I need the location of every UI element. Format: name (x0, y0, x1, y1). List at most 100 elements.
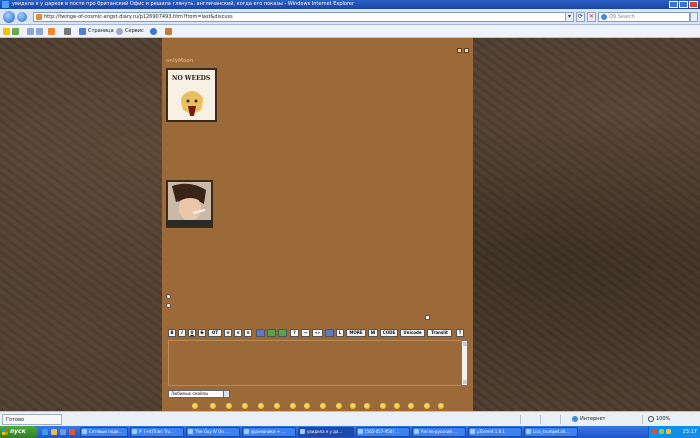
task-button[interactable]: Lisa_trumpet.all... (524, 427, 578, 437)
window-titlebar: увидела я у дарков в посте про британски… (0, 0, 700, 9)
smiley-icon[interactable] (320, 403, 326, 409)
link-icon[interactable] (256, 329, 265, 337)
smiley-icon[interactable] (438, 403, 444, 409)
dropdown-arrow-icon[interactable] (223, 391, 229, 397)
underline-button[interactable]: U (188, 329, 196, 337)
add-favorites-icon[interactable] (12, 28, 19, 35)
url-dropdown-button[interactable]: ▾ (565, 12, 574, 22)
quick-tabs-icon[interactable] (36, 28, 43, 35)
close-button[interactable] (689, 1, 698, 8)
tab-icon[interactable] (27, 28, 34, 35)
smiley-icon[interactable] (290, 403, 296, 409)
quicklaunch-folder-icon[interactable] (51, 429, 57, 435)
code-button[interactable]: CODE (380, 329, 398, 337)
quicklaunch-desktop-icon[interactable] (60, 429, 66, 435)
offtopic-button[interactable]: OT (208, 329, 222, 337)
smiley-select[interactable]: Любимые смайлы (168, 390, 230, 398)
unicode-button[interactable]: Unicode (400, 329, 425, 337)
smiley-icon[interactable] (424, 403, 430, 409)
task-button[interactable]: [565-057-950] ... (356, 427, 410, 437)
task-button[interactable]: P: [+it]Trian Tru... (130, 427, 184, 437)
quicklaunch-app-icon[interactable] (69, 429, 75, 435)
tools-menu[interactable]: Сервис (125, 28, 144, 35)
smiley-icon[interactable] (274, 403, 280, 409)
system-tray: 23:17 (648, 426, 700, 438)
translit-button[interactable]: Translit (427, 329, 452, 337)
page-icon[interactable] (79, 28, 86, 35)
refresh-button[interactable]: ⟳ (576, 12, 585, 22)
smiley-icon[interactable] (304, 403, 310, 409)
radio-option-1[interactable] (166, 294, 171, 299)
smiley-icon[interactable] (408, 403, 414, 409)
task-button-active[interactable]: увидела я у да... (298, 427, 354, 437)
smiley-icon[interactable] (350, 403, 356, 409)
task-button[interactable]: @дневники + ... (242, 427, 296, 437)
search-button[interactable] (690, 12, 698, 22)
start-button[interactable]: пуск (0, 426, 38, 438)
scroll-up-icon[interactable] (463, 342, 467, 346)
post1-avatar[interactable]: NO WEEDS (166, 68, 217, 122)
quote-icon[interactable]: ? (290, 329, 299, 337)
tools-gear-icon[interactable] (116, 28, 123, 35)
research-icon[interactable] (165, 28, 172, 35)
back-button[interactable] (3, 11, 15, 23)
align-right-icon[interactable]: ≡ (244, 329, 252, 337)
zoom-icon (648, 416, 654, 422)
page-menu[interactable]: Страница (88, 28, 114, 35)
forward-button[interactable] (17, 12, 27, 22)
bold-button[interactable]: B (168, 329, 176, 337)
rss-icon[interactable] (48, 28, 55, 35)
scroll-down-icon[interactable] (463, 380, 467, 384)
quotes-icon[interactable]: «» (312, 329, 323, 337)
image-icon[interactable] (267, 329, 276, 337)
more-button[interactable]: MORE (346, 329, 366, 337)
help-icon[interactable] (150, 28, 157, 35)
task-button[interactable]: µTorrent 1.8.1 (468, 427, 522, 437)
zoom-control[interactable]: 100% (648, 414, 698, 425)
hr-icon[interactable]: — (301, 329, 310, 337)
task-button[interactable]: Сетевые подк... (80, 427, 128, 437)
reply-textarea[interactable] (168, 340, 468, 386)
edit-icon[interactable] (457, 48, 462, 53)
ie-icon (2, 1, 9, 8)
security-zone[interactable]: Интернет (572, 414, 634, 425)
tray-antivirus-icon[interactable] (652, 429, 657, 434)
minimize-button[interactable] (669, 1, 678, 8)
stop-button[interactable]: ✕ (587, 12, 596, 22)
delete-icon[interactable] (464, 48, 469, 53)
smiley-icon[interactable] (380, 403, 386, 409)
post1-username[interactable]: onlyMoon (166, 58, 193, 64)
align-center-icon[interactable]: ≡ (234, 329, 242, 337)
help-button[interactable]: ? (456, 329, 464, 337)
option-checkbox[interactable] (425, 315, 430, 320)
smiley-icon[interactable] (394, 403, 400, 409)
align-left-icon[interactable]: ≡ (224, 329, 232, 337)
smiley-icon[interactable] (258, 403, 264, 409)
print-icon[interactable] (64, 28, 71, 35)
smiley-icon[interactable] (210, 403, 216, 409)
color-icon[interactable] (278, 329, 287, 337)
task-label: [565-057-950] ... (365, 429, 399, 434)
radio-option-2[interactable] (166, 303, 171, 308)
task-button[interactable]: Англо-русский ... (412, 427, 466, 437)
smiley-icon[interactable] (242, 403, 248, 409)
search-input[interactable]: Q9 Search (598, 12, 690, 22)
strike-button[interactable]: S (198, 329, 206, 337)
smiley-icon[interactable] (192, 403, 198, 409)
favorites-star-icon[interactable] (3, 28, 10, 35)
ni-button[interactable]: NI (368, 329, 378, 337)
user-link-icon[interactable]: L (336, 329, 344, 337)
url-input[interactable]: http://twinge-of-cosmic-angst.diary.ru/p… (33, 12, 573, 22)
maximize-button[interactable] (679, 1, 688, 8)
tray-network-icon[interactable] (659, 429, 664, 434)
smiley-icon[interactable] (364, 403, 370, 409)
smiley-icon[interactable] (336, 403, 342, 409)
italic-button[interactable]: I (178, 329, 186, 337)
textarea-scrollbar[interactable] (461, 340, 468, 386)
smiley-icon[interactable] (226, 403, 232, 409)
quicklaunch-ie-icon[interactable] (42, 429, 48, 435)
tray-volume-icon[interactable] (666, 429, 671, 434)
spoiler-icon[interactable] (325, 329, 334, 337)
task-button[interactable]: The Guy IV On ... (186, 427, 240, 437)
post2-avatar[interactable] (166, 180, 213, 228)
